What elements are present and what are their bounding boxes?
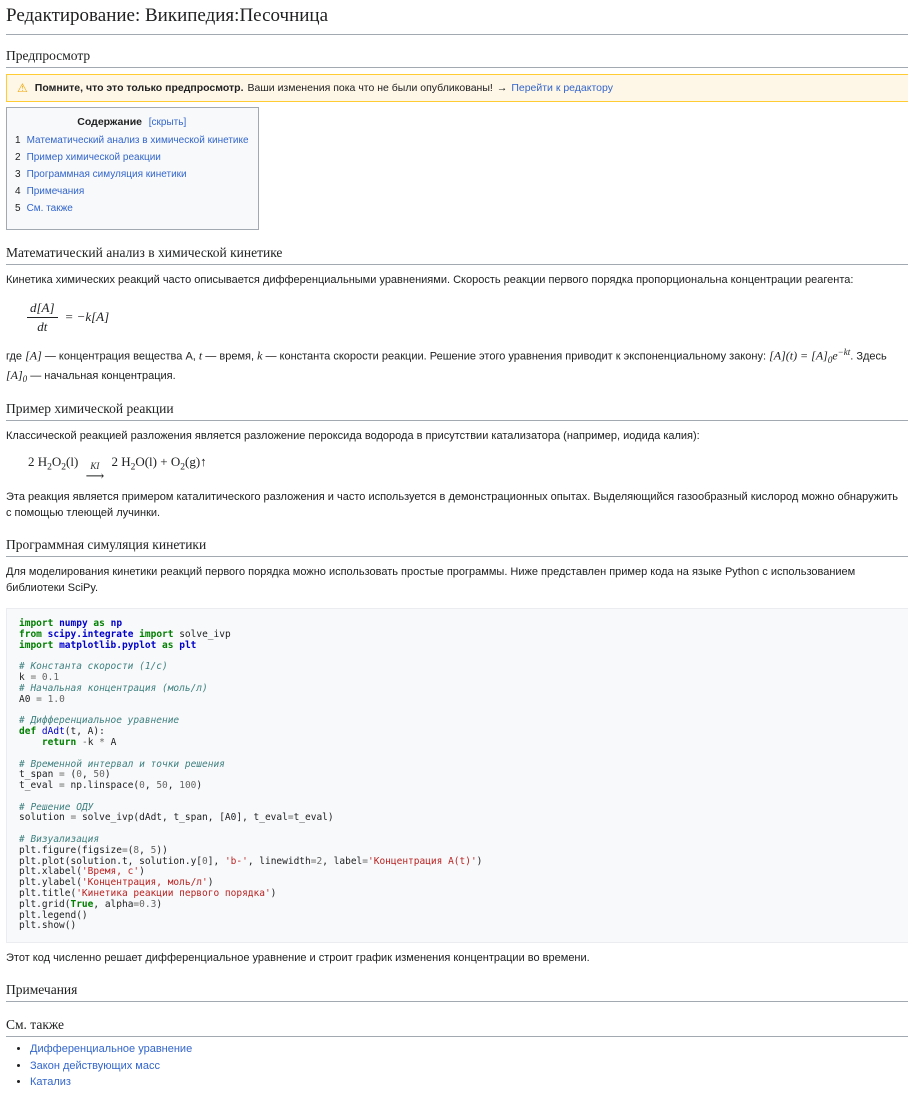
section-heading-code: Программная симуляция кинетики: [6, 537, 908, 557]
toc-item: 5 См. также: [15, 202, 249, 216]
toc-item-number: 5: [15, 203, 21, 214]
warning-text: Ваши изменения пока что не были опублико…: [248, 82, 493, 94]
chem-intro-paragraph: Классической реакцией разложения являетс…: [6, 429, 906, 445]
warning-bold-text: Помните, что это только предпросмотр.: [35, 82, 244, 94]
preview-heading: Предпросмотр: [6, 48, 908, 68]
code-line: [19, 824, 898, 835]
code-explanation-paragraph: Этот код численно решает дифференциально…: [6, 951, 906, 967]
toc-item: 2 Пример химической реакции: [15, 151, 249, 165]
see-also-item: Катализ: [30, 1076, 908, 1088]
see-also-link[interactable]: Закон действующих масс: [30, 1060, 160, 1072]
code-line: # Временной интервал и точки решения: [19, 760, 898, 771]
rate-equation-formula: d[A] dt = −k[A]: [27, 300, 908, 335]
fraction-denominator: dt: [27, 318, 58, 335]
preview-warning-banner: ⚠ Помните, что это только предпросмотр. В…: [6, 74, 908, 102]
table-of-contents: Содержание [скрыть] 1 Математический анал…: [6, 107, 259, 230]
toc-item-link[interactable]: Программная симуляция кинетики: [27, 169, 187, 180]
chemical-equation: 2 H2O2(l) KI⟶ 2 H2O(l) + O2(g)↑: [28, 454, 908, 481]
toc-item-number: 2: [15, 152, 21, 163]
code-line: import matplotlib.pyplot as plt: [19, 641, 898, 652]
toc-item-link[interactable]: См. также: [27, 203, 73, 214]
warning-triangle-icon: ⚠: [17, 82, 28, 94]
toc-item-link[interactable]: Примечания: [27, 186, 85, 197]
code-line: [19, 792, 898, 803]
toc-list: 1 Математический анализ в химической кине…: [15, 134, 249, 216]
toc-hide-toggle[interactable]: [скрыть]: [149, 117, 186, 128]
fraction: d[A] dt: [27, 300, 58, 335]
code-line: # Константа скорости (1/с): [19, 662, 898, 673]
math-explanation-paragraph: где [A] — концентрация вещества A, t — в…: [6, 346, 906, 386]
toc-item: 3 Программная симуляция кинетики: [15, 168, 249, 182]
see-also-link[interactable]: Катализ: [30, 1076, 71, 1088]
section-heading-chem: Пример химической реакции: [6, 401, 908, 421]
toc-item-link[interactable]: Пример химической реакции: [27, 152, 161, 163]
toc-item: 1 Математический анализ в химической кине…: [15, 134, 249, 148]
warning-arrow: →: [497, 82, 508, 94]
code-line: # Начальная концентрация (моль/л): [19, 684, 898, 695]
code-line: return -k * A: [19, 738, 898, 749]
section-heading-math: Математический анализ в химической кинет…: [6, 245, 908, 265]
code-line: # Дифференциальное уравнение: [19, 716, 898, 727]
code-line: plt.show(): [19, 921, 898, 932]
code-line: t_eval = np.linspace(0, 50, 100): [19, 781, 898, 792]
code-line: solution = solve_ivp(dAdt, t_span, [A0],…: [19, 813, 898, 824]
code-intro-paragraph: Для моделирования кинетики реакций перво…: [6, 565, 906, 597]
code-line: A0 = 1.0: [19, 695, 898, 706]
math-intro-paragraph: Кинетика химических реакций часто описыв…: [6, 273, 906, 289]
go-to-editor-link[interactable]: Перейти к редактору: [511, 82, 613, 94]
fraction-numerator: d[A]: [27, 300, 58, 318]
toc-item: 4 Примечания: [15, 185, 249, 199]
toc-item-link[interactable]: Математический анализ в химической кинет…: [27, 135, 249, 146]
toc-item-number: 1: [15, 135, 21, 146]
see-also-item: Дифференциальное уравнение: [30, 1043, 908, 1055]
code-line: plt.plot(solution.t, solution.y[0], 'b-'…: [19, 857, 898, 868]
fraction-rhs: = −k[A]: [65, 309, 110, 325]
reaction-arrow-icon: KI⟶: [86, 462, 105, 481]
toc-title: Содержание: [77, 116, 142, 128]
section-heading-notes: Примечания: [6, 982, 908, 1002]
see-also-item: Закон действующих масс: [30, 1060, 908, 1072]
code-line: def dAdt(t, A):: [19, 727, 898, 738]
see-also-list: Дифференциальное уравнение Закон действую…: [6, 1043, 908, 1088]
code-line: plt.grid(True, alpha=0.3): [19, 900, 898, 911]
chem-explanation-paragraph: Эта реакция является примером каталитиче…: [6, 490, 906, 522]
see-also-link[interactable]: Дифференциальное уравнение: [30, 1043, 192, 1055]
code-line: plt.legend(): [19, 911, 898, 922]
toc-item-number: 3: [15, 169, 21, 180]
section-heading-seealso: См. также: [6, 1017, 908, 1037]
toc-item-number: 4: [15, 186, 21, 197]
page-title: Редактирование: Википедия:Песочница: [6, 0, 908, 35]
edit-preview-page: Редактирование: Википедия:Песочница Пред…: [0, 0, 908, 1103]
